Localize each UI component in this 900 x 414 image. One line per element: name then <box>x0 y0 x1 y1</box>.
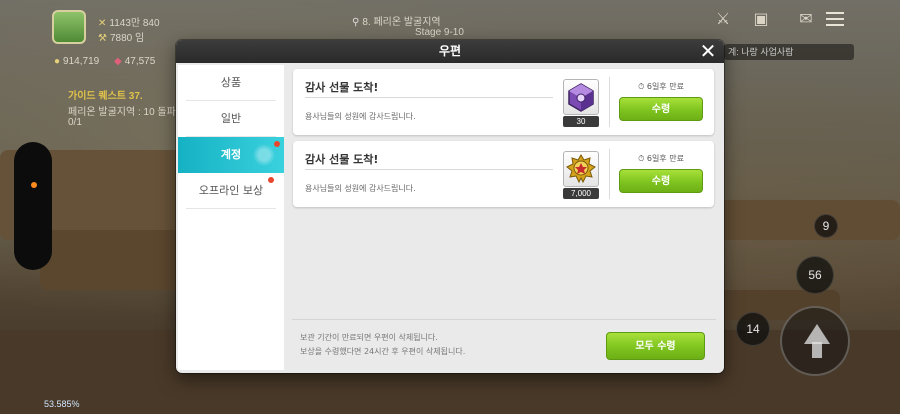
attack-power: ⚒ 7880 임 <box>98 29 144 44</box>
arrow-up-icon-stem <box>812 342 822 358</box>
crossed-swords-icon: ✕ <box>98 18 107 29</box>
skill-button[interactable]: 56 <box>796 256 834 294</box>
new-mail-dot <box>274 141 280 147</box>
tab-label: 일반 <box>220 112 242 125</box>
gold-counter: ● 914,719 <box>54 56 99 67</box>
guide-quest-desc: 페리온 발굴지역 : 10 돌파 <box>68 107 176 118</box>
map-pin-icon: ⚲ <box>352 17 360 28</box>
reward-item-slot[interactable] <box>563 79 599 115</box>
tab-label: 계정 <box>220 148 242 161</box>
gold-value: 914,719 <box>63 56 100 67</box>
jump-button[interactable] <box>780 306 850 376</box>
combat-power: ✕ 1143만 840 <box>98 14 160 29</box>
sword-menu-icon[interactable]: ⚔ <box>712 8 734 30</box>
coin-icon: ● <box>54 56 61 67</box>
mail-card: 감사 선물 도착! 용사님들의 성원에 감사드립니다. 30 ⏱ 6일후 만료 … <box>293 69 714 135</box>
exp-percentage: 53.585% <box>44 399 80 409</box>
close-icon[interactable]: ✕ <box>698 41 718 61</box>
footer-note: 보상을 수령했다면 24시간 후 우편이 삭제됩니다. <box>300 347 466 356</box>
receive-button[interactable]: 수령 <box>619 97 703 121</box>
mailbox-tabs: 상품 일반 계정 오프라인 보상 <box>178 65 284 370</box>
side-panel-handle[interactable] <box>14 142 52 270</box>
mail-list: 감사 선물 도착! 용사님들의 성원에 감사드립니다. 30 ⏱ 6일후 만료 … <box>286 65 722 370</box>
mailbox-window: 우편 ✕ 상품 일반 계정 오프라인 보상 감사 선물 도착! 용사님들의 성원… <box>176 40 724 373</box>
guide-quest-title[interactable]: 가이드 퀘스트 37. <box>68 87 143 102</box>
tab-account[interactable]: 계정 <box>178 137 284 173</box>
guide-quest-progress: 0/1 <box>68 117 82 128</box>
mail-expiry-text: 6일후 만료 <box>646 82 684 91</box>
mail-description: 용사님들의 성원에 감사드립니다. <box>305 112 416 121</box>
mail-description: 용사님들의 성원에 감사드립니다. <box>305 184 416 193</box>
footer-divider <box>292 319 716 320</box>
tab-label: 오프라인 보상 <box>198 184 264 197</box>
mail-title: 감사 선물 도착! <box>305 81 379 94</box>
skill-button[interactable]: 14 <box>736 312 770 346</box>
combat-power-value: 1143만 840 <box>109 18 160 29</box>
location-name: ⚲ 8. 페리온 발굴지역 <box>352 13 441 28</box>
timer-icon: ⏱ <box>638 154 645 163</box>
mail-expiry-text: 6일후 만료 <box>646 154 684 163</box>
hamburger-menu-icon[interactable] <box>826 12 844 26</box>
mail-divider <box>305 97 553 98</box>
arrow-up-icon <box>804 324 830 344</box>
reward-item-slot[interactable] <box>563 151 599 187</box>
mail-divider <box>305 169 553 170</box>
counter-badge: 9 <box>814 214 838 238</box>
tab-goods[interactable]: 상품 <box>186 65 276 101</box>
receive-button[interactable]: 수령 <box>619 169 703 193</box>
mailbox-title: 우편 <box>438 44 462 58</box>
receive-all-button[interactable]: 모두 수령 <box>606 332 705 360</box>
notification-dot <box>31 182 37 188</box>
gem-value: 47,575 <box>124 56 156 67</box>
card-divider <box>609 77 610 127</box>
tab-offline-reward[interactable]: 오프라인 보상 <box>186 173 276 209</box>
tab-general[interactable]: 일반 <box>186 101 276 137</box>
new-mail-dot <box>268 177 274 183</box>
mail-expiry: ⏱ 6일후 만료 <box>621 153 701 164</box>
gold-medal-icon <box>566 154 596 184</box>
reward-item-count: 7,000 <box>563 188 599 199</box>
card-divider <box>609 149 610 199</box>
chat-preview[interactable]: 계: 나랑 사업사람 <box>724 44 854 60</box>
player-avatar[interactable] <box>52 10 86 44</box>
purple-cube-icon <box>568 83 594 112</box>
tab-label: 상품 <box>220 76 242 89</box>
hammer-icon: ⚒ <box>98 33 107 44</box>
bag-icon[interactable]: ▣ <box>750 8 772 30</box>
reward-item-count: 30 <box>563 116 599 127</box>
stage-label: Stage 9-10 <box>415 27 464 38</box>
mail-title: 감사 선물 도착! <box>305 153 379 166</box>
mailbox-header: 우편 ✕ <box>176 40 724 63</box>
mail-card: 감사 선물 도착! 용사님들의 성원에 감사드립니다. 7,000 ⏱ 6일후 … <box>293 141 714 207</box>
footer-note: 보관 기간이 만료되면 우편이 삭제됩니다. <box>300 333 438 342</box>
mail-expiry: ⏱ 6일후 만료 <box>621 81 701 92</box>
gem-counter: ◆ 47,575 <box>114 56 155 67</box>
gem-icon: ◆ <box>114 56 122 67</box>
attack-power-value: 7880 임 <box>109 33 145 44</box>
event-icon[interactable]: ✉ <box>795 8 817 30</box>
timer-icon: ⏱ <box>638 82 645 91</box>
